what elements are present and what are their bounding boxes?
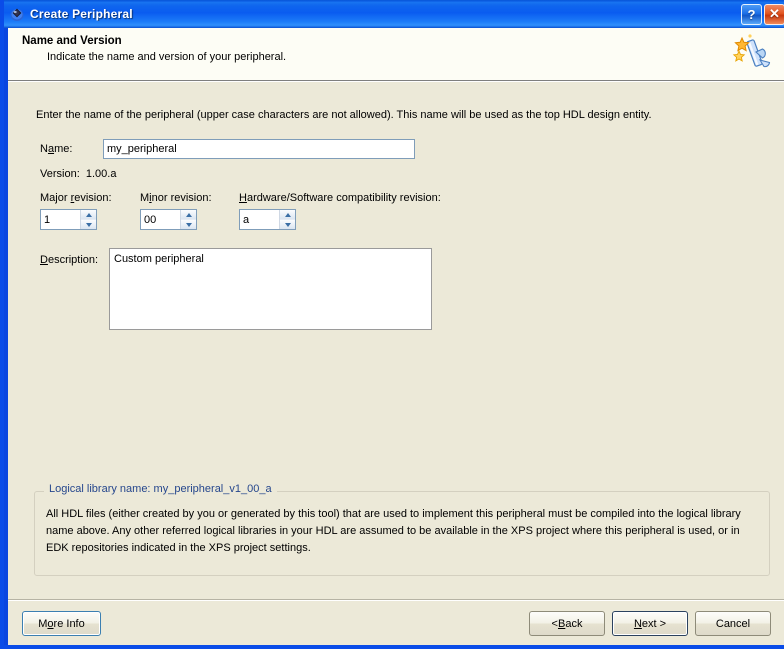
wizard-wand-puzzle-icon <box>730 32 774 76</box>
caret-up-icon <box>284 212 291 217</box>
page-subtitle: Indicate the name and version of your pe… <box>47 51 287 63</box>
logical-library-legend: Logical library name: my_peripheral_v1_0… <box>44 483 277 495</box>
minor-revision-increment-button[interactable] <box>181 210 196 220</box>
compat-revision-decrement-button[interactable] <box>280 220 295 229</box>
header-text-block: Name and Version Indicate the name and v… <box>8 28 730 63</box>
description-label: Description: <box>40 254 99 266</box>
major-revision-label: Major revision: <box>40 192 112 204</box>
compat-revision-increment-button[interactable] <box>280 210 295 220</box>
major-revision-increment-button[interactable] <box>81 210 96 220</box>
page-title: Name and Version <box>22 35 122 47</box>
help-button[interactable]: ? <box>741 3 762 25</box>
minor-revision-input[interactable] <box>141 210 180 229</box>
name-row: Name: <box>40 139 415 159</box>
footer-bar: Mo re Info < Back Next > Cancel <box>8 600 784 645</box>
compat-revision-spin-buttons[interactable] <box>279 210 295 229</box>
create-peripheral-window: Create Peripheral ? ✕ Name and Version I… <box>0 0 784 649</box>
cancel-button[interactable]: Cancel <box>695 611 771 636</box>
title-bar[interactable]: Create Peripheral ? ✕ <box>4 0 784 28</box>
back-button[interactable]: < Back <box>529 611 605 636</box>
major-revision-decrement-button[interactable] <box>81 220 96 229</box>
minor-revision-spinner[interactable] <box>140 209 197 230</box>
window-controls: ? ✕ <box>741 3 784 25</box>
major-revision-spin-buttons[interactable] <box>80 210 96 229</box>
window-title: Create Peripheral <box>30 7 133 21</box>
version-value: 1.00.a <box>85 168 117 180</box>
caret-down-icon <box>284 222 291 227</box>
minor-revision-label: Minor revision: <box>140 192 212 204</box>
description-textarea[interactable] <box>109 248 432 330</box>
peripheral-gem-icon <box>9 6 25 22</box>
major-revision-input[interactable] <box>41 210 80 229</box>
name-label: Name: <box>40 143 73 155</box>
revision-labels: Major revision: Minor revision: Hardware… <box>40 192 540 208</box>
wizard-header: Name and Version Indicate the name and v… <box>8 28 784 80</box>
caret-up-icon <box>185 212 192 217</box>
compat-revision-label: Hardware/Software compatibility revision… <box>239 192 441 204</box>
minor-revision-spin-buttons[interactable] <box>180 210 196 229</box>
caret-down-icon <box>85 222 92 227</box>
compat-revision-input[interactable] <box>240 210 279 229</box>
name-input[interactable] <box>103 139 415 159</box>
more-info-button[interactable]: Mo re Info <box>22 611 101 636</box>
close-button[interactable]: ✕ <box>764 3 784 25</box>
next-button[interactable]: Next > <box>612 611 688 636</box>
version-line: Version: 1.00.a <box>40 168 116 180</box>
minor-revision-decrement-button[interactable] <box>181 220 196 229</box>
revision-fields <box>40 209 560 233</box>
compat-revision-spinner[interactable] <box>239 209 296 230</box>
instruction-text: Enter the name of the peripheral (upper … <box>36 109 652 121</box>
logical-library-description: All HDL files (either created by you or … <box>46 508 741 554</box>
major-revision-spinner[interactable] <box>40 209 97 230</box>
content-panel: Enter the name of the peripheral (upper … <box>8 81 784 600</box>
caret-up-icon <box>85 212 92 217</box>
version-label: Version: <box>40 168 80 180</box>
caret-down-icon <box>185 222 192 227</box>
